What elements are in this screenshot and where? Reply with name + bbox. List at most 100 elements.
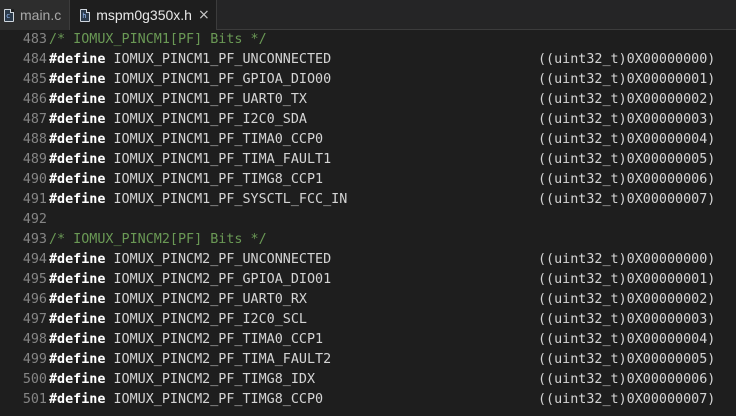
code-line[interactable]: 486 #define IOMUX_PINCM1_PF_UART0_TX ((uin…: [0, 90, 736, 110]
define-statement: #define IOMUX_PINCM1_PF_TIMG8_CCP1: [49, 170, 323, 190]
define-keyword: #define: [49, 252, 106, 267]
macro-name: IOMUX_PINCM1_PF_UART0_TX: [113, 92, 307, 107]
define-keyword: #define: [49, 392, 106, 407]
macro-name: IOMUX_PINCM2_PF_UART0_RX: [113, 292, 307, 307]
code-line[interactable]: 496 #define IOMUX_PINCM2_PF_UART0_RX ((uin…: [0, 290, 736, 310]
define-statement: #define IOMUX_PINCM2_PF_I2C0_SCL: [49, 310, 307, 330]
define-statement: #define IOMUX_PINCM2_PF_TIMA0_CCP1: [49, 330, 323, 350]
close-icon[interactable]: ×: [198, 8, 210, 22]
macro-name: IOMUX_PINCM1_PF_GPIOA_DIO00: [113, 72, 332, 87]
line-number: 500: [22, 372, 47, 387]
define-statement: #define IOMUX_PINCM2_PF_GPIOA_DIO01: [49, 270, 331, 290]
tab-main-c[interactable]: c main.c: [0, 0, 71, 30]
macro-value: ((uint32_t)0X00000006): [538, 172, 716, 187]
code-line[interactable]: 488 #define IOMUX_PINCM1_PF_TIMA0_CCP0 ((u…: [0, 130, 736, 150]
code-line[interactable]: 483/* IOMUX_PINCM1[PF] Bits */: [0, 30, 736, 50]
macro-value: ((uint32_t)0X00000002): [538, 92, 716, 107]
macro-value: ((uint32_t)0X00000000): [538, 252, 716, 267]
line-number: 483: [22, 32, 47, 47]
line-number: 497: [22, 312, 47, 327]
line-number: 488: [22, 132, 47, 147]
line-number: 495: [22, 272, 47, 287]
line-number: 484: [22, 52, 47, 67]
macro-value: ((uint32_t)0X00000006): [538, 372, 716, 387]
tab-mspm0g350x-h[interactable]: h mspm0g350x.h ×: [70, 0, 217, 30]
macro-value: ((uint32_t)0X00000001): [538, 72, 716, 87]
define-statement: #define IOMUX_PINCM1_PF_UNCONNECTED: [49, 50, 331, 70]
code-line[interactable]: 487 #define IOMUX_PINCM1_PF_I2C0_SDA ((uin…: [0, 110, 736, 130]
define-keyword: #define: [49, 112, 106, 127]
define-statement: #define IOMUX_PINCM2_PF_UART0_RX: [49, 290, 307, 310]
line-number: 494: [22, 252, 47, 267]
code-line[interactable]: 495 #define IOMUX_PINCM2_PF_GPIOA_DIO01 ((…: [0, 270, 736, 290]
code-line[interactable]: 500 #define IOMUX_PINCM2_PF_TIMG8_IDX ((ui…: [0, 370, 736, 390]
code-line[interactable]: 490 #define IOMUX_PINCM1_PF_TIMG8_CCP1 ((u…: [0, 170, 736, 190]
header-file-icon: h: [80, 8, 91, 22]
define-statement: #define IOMUX_PINCM1_PF_SYSCTL_FCC_IN: [49, 190, 347, 210]
macro-name: IOMUX_PINCM1_PF_UNCONNECTED: [113, 52, 332, 67]
define-keyword: #define: [49, 152, 106, 167]
define-keyword: #define: [49, 172, 106, 187]
code-line[interactable]: 499 #define IOMUX_PINCM2_PF_TIMA_FAULT2 ((…: [0, 350, 736, 370]
define-statement: #define IOMUX_PINCM2_PF_TIMG8_IDX: [49, 370, 315, 390]
code-editor-window: c main.c h mspm0g350x.h × 483/* IOMUX_PI…: [0, 0, 736, 416]
define-statement: #define IOMUX_PINCM1_PF_I2C0_SDA: [49, 110, 307, 130]
define-statement: #define IOMUX_PINCM1_PF_UART0_TX: [49, 90, 307, 110]
define-statement: #define IOMUX_PINCM1_PF_TIMA0_CCP0: [49, 130, 323, 150]
code-line[interactable]: 497 #define IOMUX_PINCM2_PF_I2C0_SCL ((uin…: [0, 310, 736, 330]
line-number: 489: [22, 152, 47, 167]
line-number: 501: [22, 392, 47, 407]
define-statement: #define IOMUX_PINCM2_PF_TIMG8_CCP0: [49, 390, 323, 410]
code-area[interactable]: 483/* IOMUX_PINCM1[PF] Bits */484 #define…: [0, 30, 736, 410]
code-line[interactable]: 501 #define IOMUX_PINCM2_PF_TIMG8_CCP0 ((u…: [0, 390, 736, 410]
line-number: 498: [22, 332, 47, 347]
tab-label: main.c: [20, 7, 62, 23]
define-keyword: #define: [49, 192, 106, 207]
define-keyword: #define: [49, 92, 106, 107]
macro-value: ((uint32_t)0X00000000): [538, 52, 716, 67]
code-comment: /* IOMUX_PINCM1[PF] Bits */: [49, 32, 267, 47]
define-keyword: #define: [49, 72, 106, 87]
line-number: 485: [22, 72, 47, 87]
define-keyword: #define: [49, 312, 106, 327]
macro-value: ((uint32_t)0X00000001): [538, 272, 716, 287]
macro-name: IOMUX_PINCM2_PF_TIMA_FAULT2: [113, 352, 332, 367]
line-number: 486: [22, 92, 47, 107]
macro-name: IOMUX_PINCM1_PF_TIMA_FAULT1: [113, 152, 332, 167]
define-statement: #define IOMUX_PINCM2_PF_UNCONNECTED: [49, 250, 331, 270]
macro-value: ((uint32_t)0X00000003): [538, 112, 716, 127]
line-number: 491: [22, 192, 47, 207]
macro-value: ((uint32_t)0X00000007): [538, 392, 716, 407]
macro-value: ((uint32_t)0X00000005): [538, 352, 716, 367]
code-line[interactable]: 492: [0, 210, 736, 230]
code-line[interactable]: 491 #define IOMUX_PINCM1_PF_SYSCTL_FCC_IN…: [0, 190, 736, 210]
tab-label: mspm0g350x.h: [96, 7, 192, 23]
define-keyword: #define: [49, 332, 106, 347]
macro-name: IOMUX_PINCM1_PF_TIMG8_CCP1: [113, 172, 324, 187]
macro-name: IOMUX_PINCM2_PF_GPIOA_DIO01: [113, 272, 332, 287]
code-line[interactable]: 498 #define IOMUX_PINCM2_PF_TIMA0_CCP1 ((u…: [0, 330, 736, 350]
line-number: 487: [22, 112, 47, 127]
define-statement: #define IOMUX_PINCM2_PF_TIMA_FAULT2: [49, 350, 331, 370]
macro-name: IOMUX_PINCM2_PF_I2C0_SCL: [113, 312, 307, 327]
define-statement: #define IOMUX_PINCM1_PF_GPIOA_DIO00: [49, 70, 331, 90]
code-line[interactable]: 493/* IOMUX_PINCM2[PF] Bits */: [0, 230, 736, 250]
macro-name: IOMUX_PINCM2_PF_TIMG8_CCP0: [113, 392, 324, 407]
macro-value: ((uint32_t)0X00000005): [538, 152, 716, 167]
code-line[interactable]: 485 #define IOMUX_PINCM1_PF_GPIOA_DIO00 ((…: [0, 70, 736, 90]
code-line[interactable]: 494 #define IOMUX_PINCM2_PF_UNCONNECTED ((…: [0, 250, 736, 270]
macro-value: ((uint32_t)0X00000003): [538, 312, 716, 327]
code-line[interactable]: 489 #define IOMUX_PINCM1_PF_TIMA_FAULT1 ((…: [0, 150, 736, 170]
define-statement: #define IOMUX_PINCM1_PF_TIMA_FAULT1: [49, 150, 331, 170]
define-keyword: #define: [49, 292, 106, 307]
line-number: 499: [22, 352, 47, 367]
line-number: 492: [22, 212, 47, 227]
macro-name: IOMUX_PINCM2_PF_UNCONNECTED: [113, 252, 332, 267]
code-line[interactable]: 484 #define IOMUX_PINCM1_PF_UNCONNECTED ((…: [0, 50, 736, 70]
macro-name: IOMUX_PINCM1_PF_I2C0_SDA: [113, 112, 307, 127]
define-keyword: #define: [49, 52, 106, 67]
macro-name: IOMUX_PINCM1_PF_SYSCTL_FCC_IN: [113, 192, 348, 207]
macro-value: ((uint32_t)0X00000002): [538, 292, 716, 307]
line-number: 496: [22, 292, 47, 307]
define-keyword: #define: [49, 132, 106, 147]
